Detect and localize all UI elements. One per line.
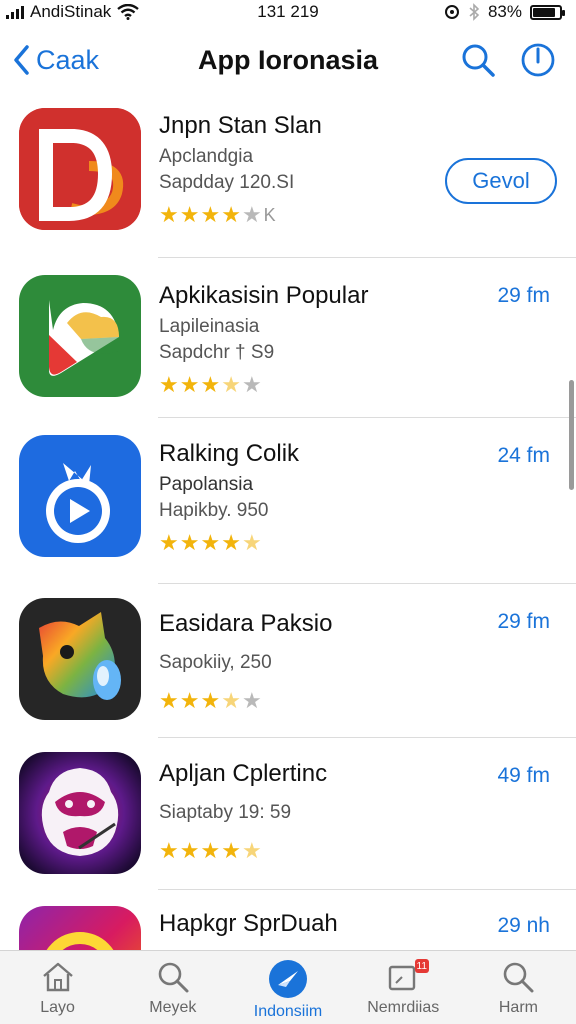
battery-percent: 83% <box>487 2 522 21</box>
scroll-indicator[interactable] <box>569 380 574 490</box>
star-icon: ★ <box>200 202 222 227</box>
blue-play-icon[interactable] <box>19 435 141 557</box>
list-item[interactable]: Ralking Colik Papolansia Hapikby. 950 ★ ★… <box>0 418 576 584</box>
back-button[interactable]: Caak <box>12 44 99 76</box>
star-icon: ★ <box>159 372 180 397</box>
app-size: 29 nh <box>497 914 550 937</box>
location-icon <box>444 5 459 19</box>
star-icon: ★ <box>200 372 222 397</box>
app-name: Apkikasisin Popular <box>159 282 369 309</box>
rating-stars: ★ ★ ★ ★ ★ K <box>159 202 322 228</box>
app-meta: Hapikby. 950 <box>159 500 269 521</box>
star-icon: ★ <box>159 688 180 713</box>
star-icon: ★ <box>221 838 242 863</box>
tab-bar: Layo Meyek Indonsiim 11 Nemrdiias Harm <box>0 950 576 1024</box>
app-size: 29 fm <box>497 610 550 633</box>
app-name: Hapkgr SprDuah <box>159 910 338 937</box>
wifi-icon <box>117 4 140 20</box>
tab-label: Meyek <box>149 999 197 1016</box>
app-size: 49 fm <box>497 764 550 787</box>
nav-bar: Caak App Ioronasia <box>0 30 576 90</box>
star-icon: ★ <box>200 530 222 555</box>
status-time: 131 219 <box>257 2 319 21</box>
carrier-name: AndiStinak <box>30 2 112 21</box>
tab-label: Nemrdiias <box>367 999 440 1016</box>
list-item[interactable]: Hapkgr SprDuah 29 nh <box>0 890 576 950</box>
tab-nemrdiias[interactable]: 11 Nemrdiias <box>346 951 461 1024</box>
compass-icon <box>269 960 307 998</box>
green-leaf-icon[interactable] <box>19 275 141 397</box>
rating-stars: ★ ★ ★ ★ ★ <box>159 838 327 864</box>
tab-layo[interactable]: Layo <box>0 951 115 1024</box>
app-meta: Siaptaby 19: 59 <box>159 802 292 823</box>
app-meta: Sapdday 120.SI <box>159 172 295 193</box>
colorful-bird-icon[interactable] <box>19 598 141 720</box>
rating-stars: ★ ★ ★ ★ ★ <box>159 530 299 556</box>
star-icon: ★ <box>221 202 242 227</box>
rating-suffix: K <box>263 204 276 225</box>
star-icon: ★ <box>241 202 263 227</box>
app-name: Easidara Paksio <box>159 610 333 637</box>
bluetooth-icon <box>469 3 480 21</box>
search-icon <box>504 962 534 993</box>
list-item[interactable]: Apkikasisin Popular Lapileinasia Sapdchr… <box>0 258 576 418</box>
tab-label: Indonsiim <box>253 1003 323 1020</box>
app-meta: Sapdchr † S9 <box>159 342 275 363</box>
list-item[interactable]: Easidara Paksio Sapokiiy, 250 ★ ★ ★ ★ ★ 29 f… <box>0 584 576 738</box>
tab-meyek[interactable]: Meyek <box>115 951 230 1024</box>
star-icon: ★ <box>241 530 263 555</box>
red-d-icon[interactable] <box>19 108 141 230</box>
star-icon: ★ <box>179 202 201 227</box>
star-icon: ★ <box>159 530 180 555</box>
star-icon: ★ <box>159 202 180 227</box>
gradient-ring-icon[interactable] <box>19 906 141 950</box>
back-label: Caak <box>36 44 100 75</box>
app-category: Lapileinasia <box>159 316 260 337</box>
star-icon: ★ <box>200 688 222 713</box>
app-list[interactable]: Jnpn Stan Slan Apclandgia Sapdday 120.SI… <box>0 100 576 950</box>
power-icon[interactable] <box>518 40 558 80</box>
star-icon: ★ <box>221 688 242 713</box>
tab-indonsiim[interactable]: Indonsiim <box>230 951 345 1024</box>
rating-stars: ★ ★ ★ ★ ★ <box>159 688 332 714</box>
status-bar: AndiStinak 131 219 83% <box>0 0 576 24</box>
star-icon: ★ <box>221 372 242 397</box>
tab-harm[interactable]: Harm <box>461 951 576 1024</box>
app-name: Ralking Colik <box>159 440 300 467</box>
app-size: 24 fm <box>497 444 550 467</box>
list-item[interactable]: Apljan Cplertinc Siaptaby 19: 59 ★ ★ ★ ★ ★ 4… <box>0 738 576 890</box>
signal-icon <box>6 5 24 19</box>
notification-badge: 11 <box>414 959 429 973</box>
app-size: 29 fm <box>497 284 550 307</box>
rating-stars: ★ ★ ★ ★ ★ <box>159 372 368 398</box>
star-icon: ★ <box>159 838 180 863</box>
star-icon: ★ <box>241 838 263 863</box>
app-meta: Sapokiiy, 250 <box>159 652 272 673</box>
app-name: Apljan Cplertinc <box>159 760 328 787</box>
app-name: Jnpn Stan Slan <box>159 112 322 139</box>
star-icon: ★ <box>241 372 263 397</box>
app-category: Apclandgia <box>159 146 254 167</box>
star-icon: ★ <box>179 372 201 397</box>
home-icon <box>42 962 73 992</box>
tab-label: Layo <box>40 999 75 1016</box>
star-icon: ★ <box>179 688 201 713</box>
star-icon: ★ <box>221 530 242 555</box>
search-icon <box>158 962 189 993</box>
search-icon[interactable] <box>458 40 498 80</box>
tab-label: Harm <box>498 999 538 1016</box>
star-icon: ★ <box>179 530 201 555</box>
purple-face-icon[interactable] <box>19 752 141 874</box>
star-icon: ★ <box>179 838 201 863</box>
star-icon: ★ <box>241 688 263 713</box>
get-button[interactable]: Gevol <box>445 158 557 204</box>
list-item[interactable]: Jnpn Stan Slan Apclandgia Sapdday 120.SI… <box>0 100 576 258</box>
star-icon: ★ <box>200 838 222 863</box>
app-category: Papolansia <box>159 474 254 495</box>
battery-icon <box>530 4 565 20</box>
chevron-left-icon <box>14 45 29 75</box>
